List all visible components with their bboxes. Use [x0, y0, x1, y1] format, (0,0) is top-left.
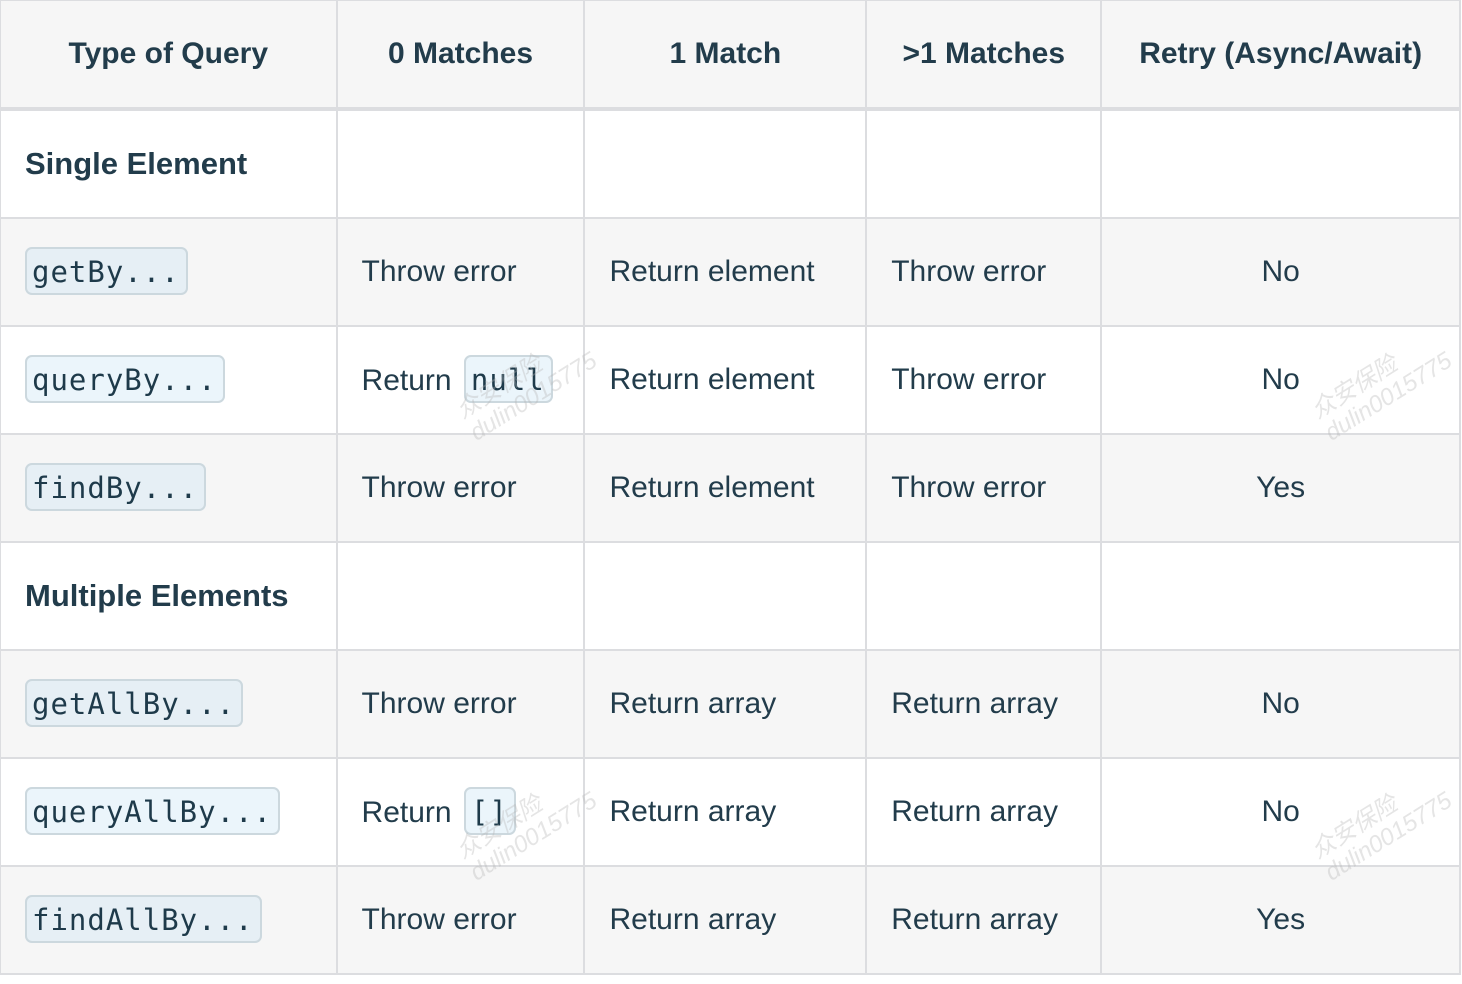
empty-cell — [1100, 108, 1461, 219]
zero-matches-text: Throw error — [361, 471, 517, 504]
query-name-code: findAllBy... — [25, 894, 262, 943]
empty-cell — [335, 541, 586, 651]
retry-cell: Yes — [1100, 433, 1461, 543]
zero-matches-cell: Throw error — [335, 433, 586, 543]
zero-matches-cell: Return [] — [335, 757, 586, 867]
query-name-code: getAllBy... — [25, 678, 244, 727]
many-matches-cell: Return array — [865, 865, 1103, 975]
table-row: queryAllBy... Return [] Return array Return… — [0, 757, 1461, 867]
retry-cell: No — [1100, 325, 1461, 435]
zero-matches-cell: Throw error — [335, 649, 586, 759]
table-row: queryBy... Return null Return element Throw… — [0, 325, 1461, 435]
query-cell: queryBy... — [0, 325, 338, 435]
return-value-code: [] — [463, 786, 516, 835]
query-cell: queryAllBy... — [0, 757, 338, 867]
retry-cell: No — [1100, 217, 1461, 327]
section-title: Single Element — [0, 108, 338, 219]
one-match-cell: Return array — [583, 649, 868, 759]
zero-matches-cell: Throw error — [335, 865, 586, 975]
query-cell: findAllBy... — [0, 865, 338, 975]
empty-cell — [865, 108, 1103, 219]
one-match-cell: Return element — [583, 433, 868, 543]
zero-matches-text: Return — [361, 363, 452, 397]
zero-matches-text: Throw error — [361, 903, 517, 936]
retry-cell: Yes — [1100, 865, 1461, 975]
empty-cell — [335, 108, 586, 219]
zero-matches-text: Return — [361, 795, 452, 829]
header-row: Type of Query 0 Matches 1 Match >1 Match… — [0, 0, 1461, 111]
table-row: getAllBy... Throw error Return array Return… — [0, 649, 1461, 759]
section-row: Single Element — [0, 108, 1461, 219]
section-title: Multiple Elements — [0, 541, 338, 651]
query-types-table: Type of Query 0 Matches 1 Match >1 Match… — [0, 0, 1461, 975]
empty-cell — [583, 108, 868, 219]
table-row: findAllBy... Throw error Return array Retur… — [0, 865, 1461, 975]
many-matches-cell: Return array — [865, 757, 1103, 867]
many-matches-cell: Throw error — [865, 325, 1103, 435]
zero-matches-text: Throw error — [361, 255, 517, 288]
zero-matches-text: Throw error — [361, 687, 517, 720]
one-match-cell: Return array — [583, 757, 868, 867]
query-cell: getBy... — [0, 217, 338, 327]
empty-cell — [865, 541, 1103, 651]
header-many-matches: >1 Matches — [865, 0, 1103, 111]
header-1-match: 1 Match — [583, 0, 868, 111]
empty-cell — [1100, 541, 1461, 651]
table-row: findBy... Throw error Return element Throw … — [0, 433, 1461, 543]
header-type-of-query: Type of Query — [0, 0, 338, 111]
many-matches-cell: Return array — [865, 649, 1103, 759]
return-value-code: null — [463, 354, 553, 403]
header-retry: Retry (Async/Await) — [1100, 0, 1461, 111]
retry-cell: No — [1100, 757, 1461, 867]
query-cell: getAllBy... — [0, 649, 338, 759]
one-match-cell: Return element — [583, 325, 868, 435]
header-0-matches: 0 Matches — [335, 0, 586, 111]
query-name-code: getBy... — [25, 246, 188, 295]
query-name-code: findBy... — [25, 462, 207, 511]
query-cell: findBy... — [0, 433, 338, 543]
section-row: Multiple Elements — [0, 541, 1461, 651]
empty-cell — [583, 541, 868, 651]
query-name-code: queryAllBy... — [25, 786, 280, 835]
one-match-cell: Return element — [583, 217, 868, 327]
one-match-cell: Return array — [583, 865, 868, 975]
zero-matches-cell: Return null — [335, 325, 586, 435]
table-row: getBy... Throw error Return element Throw e… — [0, 217, 1461, 327]
many-matches-cell: Throw error — [865, 433, 1103, 543]
zero-matches-cell: Throw error — [335, 217, 586, 327]
many-matches-cell: Throw error — [865, 217, 1103, 327]
query-name-code: queryBy... — [25, 354, 225, 403]
retry-cell: No — [1100, 649, 1461, 759]
